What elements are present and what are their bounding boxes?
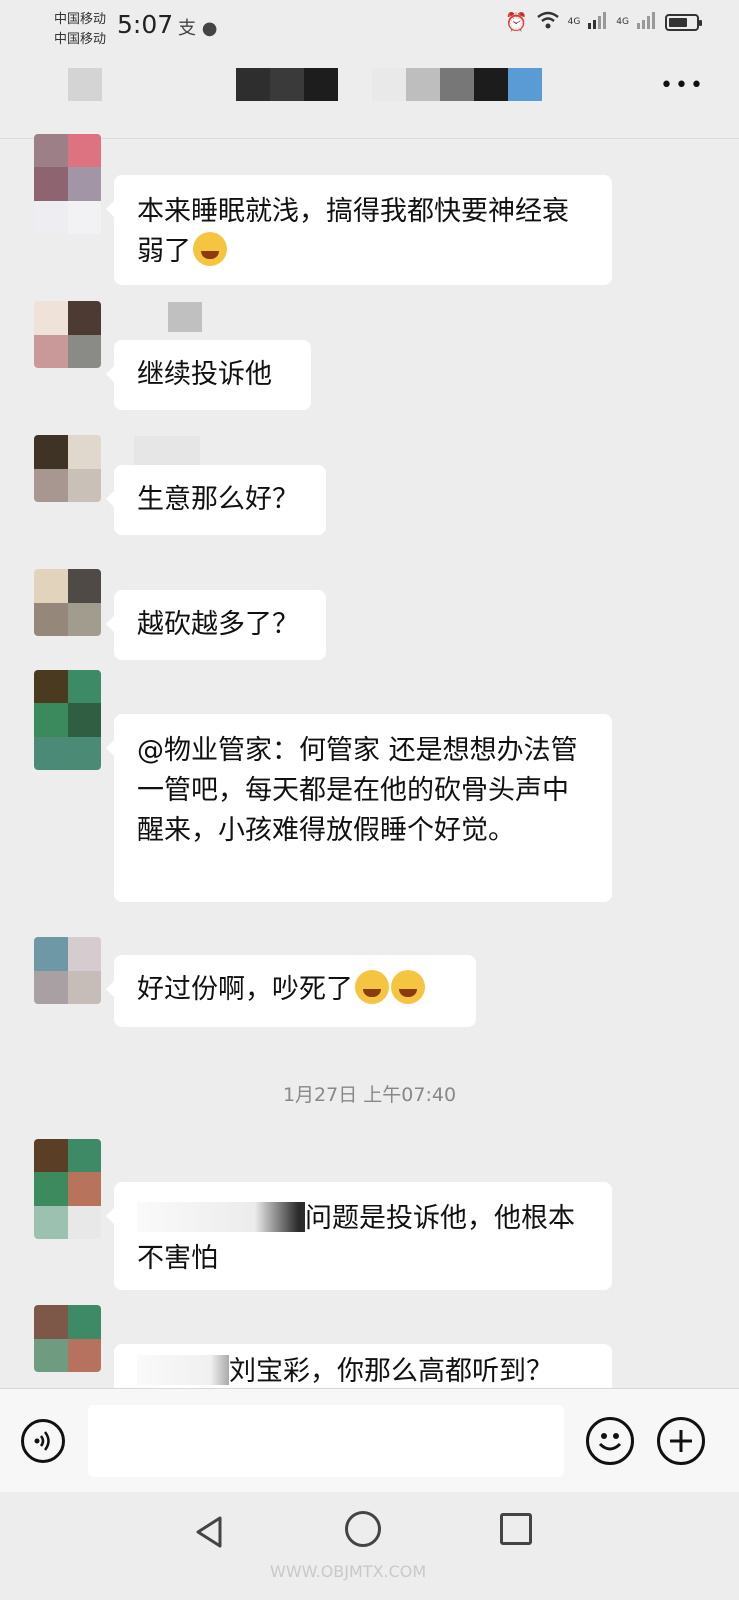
avatar[interactable] (34, 134, 101, 234)
voice-icon[interactable] (21, 1419, 65, 1463)
laughing-crying-emoji-icon (355, 970, 389, 1004)
message-text: 继续投诉他 (137, 359, 272, 390)
message-text: 刘宝彩，你那么高都听到？ (229, 1356, 553, 1387)
avatar[interactable] (34, 301, 101, 368)
chat-timestamp: 1月27日 上午07:40 (282, 1084, 457, 1106)
avatar[interactable] (34, 670, 101, 770)
message-text: @物业管家：何管家 还是想想办法管一管吧，每天都是在他的砍骨头声中醒来，小孩难得… (137, 735, 578, 846)
message-bubble[interactable]: 继续投诉他 (106, 340, 311, 410)
message-input[interactable] (88, 1405, 564, 1477)
message-text: 生意那么好？ (137, 484, 299, 515)
chat-header (0, 50, 739, 139)
avatar[interactable] (34, 937, 101, 1004)
status-icons: ⏰ 4G 4G (505, 10, 702, 34)
laughing-crying-emoji-icon (391, 970, 425, 1004)
avatar[interactable] (34, 435, 101, 502)
message-bubble[interactable]: 刘宝彩，你那么高都听到？ (114, 1344, 612, 1388)
sender-name-blurred (168, 302, 202, 332)
mention-redacted (137, 1355, 229, 1385)
watermark-text: WWW.OBJMTX.COM (270, 1562, 427, 1581)
message-bubble[interactable]: @物业管家：何管家 还是想想办法管一管吧，每天都是在他的砍骨头声中醒来，小孩难得… (106, 714, 612, 902)
recent-square-icon[interactable] (500, 1513, 532, 1545)
carrier-label-2: 中国移动 (54, 32, 107, 47)
message-bubble[interactable]: 生意那么好？ (106, 465, 326, 535)
more-icon[interactable]: ••• (660, 75, 703, 105)
avatar[interactable] (34, 1305, 101, 1372)
signal-bars-icon (637, 11, 657, 33)
back-triangle-icon[interactable] (190, 1512, 230, 1552)
alarm-icon: ⏰ (505, 11, 528, 33)
notification-icons: 支 ● (178, 18, 218, 39)
message-text: 越砍越多了？ (137, 609, 299, 640)
sender-name-blurred (134, 436, 200, 466)
message-bubble[interactable]: 好过份啊，吵死了 (106, 955, 476, 1027)
message-text: 好过份啊，吵死了 (137, 974, 353, 1005)
crying-emoji-icon (193, 232, 227, 266)
message-bubble[interactable]: 问题是投诉他，他根本不害怕 (106, 1182, 612, 1290)
signal-label-1: 4G (567, 17, 581, 27)
plus-icon[interactable] (657, 1417, 705, 1465)
emoji-icon[interactable] (586, 1417, 634, 1465)
mention-redacted (137, 1202, 305, 1232)
carrier-label-1: 中国移动 (54, 12, 107, 27)
home-circle-icon[interactable] (345, 1511, 381, 1547)
avatar[interactable] (34, 569, 101, 636)
signal-bars-icon (588, 11, 608, 33)
signal-label-2: 4G (616, 17, 629, 27)
battery-icon (665, 13, 702, 31)
status-time: 5:07 (117, 10, 174, 39)
status-bar: 中国移动 中国移动 5:07 支 ● ⏰ 4G 4G (0, 0, 739, 50)
avatar[interactable] (34, 1139, 101, 1239)
message-bubble[interactable]: 本来睡眠就浅，搞得我都快要神经衰弱了 (106, 175, 612, 285)
message-bubble[interactable]: 越砍越多了？ (106, 590, 326, 660)
system-nav-bar: WWW.OBJMTX.COM (0, 1492, 739, 1600)
input-bar (0, 1388, 739, 1493)
wifi-icon (536, 10, 560, 34)
